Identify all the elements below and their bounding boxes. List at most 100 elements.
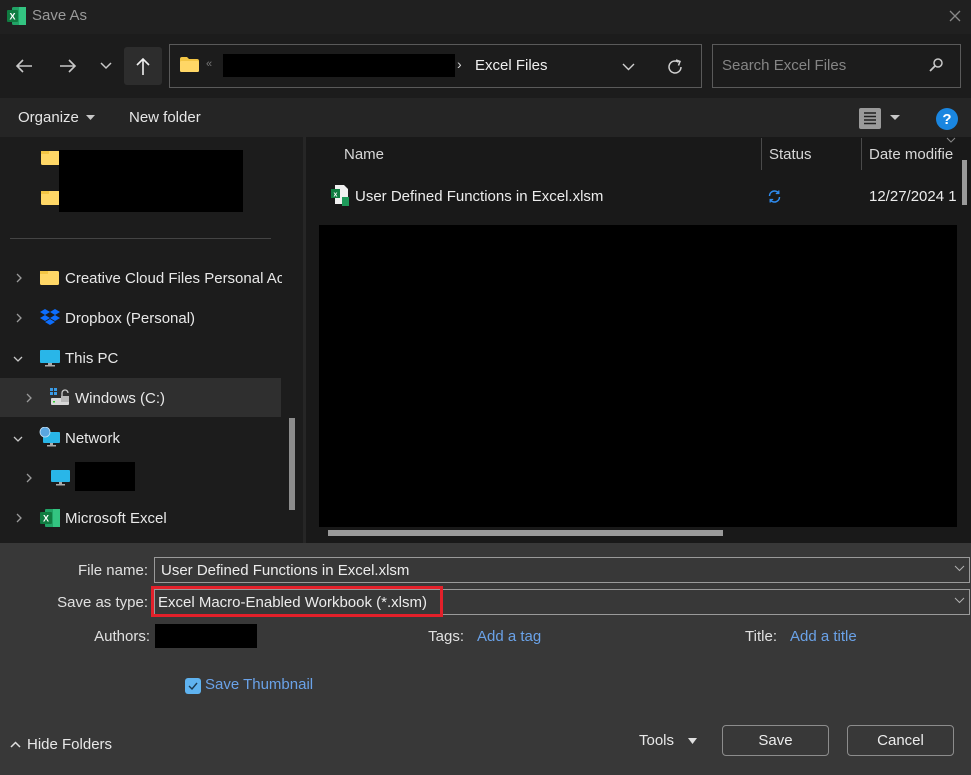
add-title-link[interactable]: Add a title [790,628,857,645]
save-button[interactable]: Save [722,725,829,756]
chevron-down-icon[interactable] [13,434,23,444]
add-tag-link[interactable]: Add a tag [477,628,541,645]
forward-button[interactable] [50,48,86,84]
chevron-up-icon[interactable] [946,137,956,143]
drive-icon [50,388,69,405]
save-thumbnail-label[interactable]: Save Thumbnail [205,676,313,693]
nav-item-label: Microsoft Excel [65,509,167,527]
search-input[interactable] [722,57,922,74]
nav-item-label: This PC [65,349,119,367]
tags-label: Tags: [428,628,464,645]
chevron-right-icon[interactable] [14,313,24,323]
refresh-icon [668,59,682,74]
recent-locations-button[interactable] [93,48,119,84]
help-button[interactable]: ? [936,108,958,130]
file-name-input[interactable]: User Defined Functions in Excel.xlsm [154,557,970,583]
svg-text:X: X [9,12,15,22]
authors-value-redacted[interactable] [155,624,257,648]
nav-item-network[interactable]: Network [0,420,290,456]
column-header-name[interactable]: Name [344,146,384,163]
nav-item-network-computer[interactable] [0,460,290,496]
chevron-down-icon [622,63,634,71]
column-divider[interactable] [861,138,862,170]
file-name-label: File name: [77,562,148,579]
search-icon[interactable] [928,57,944,73]
chevron-down-icon[interactable] [954,597,965,604]
nav-item-label: Creative Cloud Files Personal Acc [65,269,282,287]
address-dropdown-button[interactable] [617,56,639,78]
nav-item-label: Windows (C:) [75,389,166,407]
save-thumbnail-checkbox[interactable] [185,678,201,694]
annotation-highlight-box [151,586,443,617]
chevron-down-icon[interactable] [954,565,965,572]
file-list-vertical-scrollbar[interactable] [962,160,967,205]
redacted-computer-name [75,462,135,491]
nav-item-microsoft-excel[interactable]: X Microsoft Excel [0,500,290,536]
title-label: Title: [745,628,777,645]
svg-text:X: X [43,514,49,524]
checkmark-icon [188,682,198,690]
chevron-right-icon[interactable] [14,513,24,523]
view-options-dropdown[interactable] [890,115,900,120]
breadcrumb-separator[interactable]: › [457,56,462,72]
refresh-button[interactable] [662,54,688,80]
new-folder-button[interactable]: New folder [129,109,201,126]
save-as-type-label: Save as type: [57,594,148,611]
dropbox-icon [40,309,60,325]
chevron-down-icon [100,62,112,70]
nav-item-this-pc[interactable]: This PC [0,340,290,376]
details-view-icon[interactable] [859,108,881,129]
redacted-quick-access [59,150,243,212]
address-overflow[interactable]: « [206,58,212,70]
window-title: Save As [32,7,88,24]
tools-button[interactable]: Tools [639,732,698,749]
arrow-right-icon [60,59,77,73]
file-date-modified: 12/27/2024 1 [869,188,957,205]
excel-icon: X [7,7,26,25]
folder-icon [40,271,59,285]
chevron-right-icon[interactable] [14,273,24,283]
file-name-value[interactable]: User Defined Functions in Excel.xlsm [161,562,409,579]
search-box[interactable] [712,44,961,88]
arrow-left-icon [15,59,32,73]
folder-icon [41,191,60,205]
excel-icon: X [40,509,60,527]
caret-down-icon [85,115,95,120]
column-header-status[interactable]: Status [769,146,812,163]
close-icon [949,10,960,22]
nav-item-windows-c[interactable]: Windows (C:) [0,380,281,416]
organize-label: Organize [18,109,79,126]
nav-item-label: Network [65,429,121,447]
organize-button[interactable]: Organize [18,109,95,126]
folder-icon [41,151,60,165]
nav-divider [10,238,271,239]
back-button[interactable] [6,48,42,84]
chevron-right-icon[interactable] [24,393,34,403]
close-button[interactable] [938,0,971,32]
tools-label: Tools [639,732,675,749]
redacted-file-list [319,225,957,527]
folder-icon [180,57,199,72]
hide-folders-button[interactable]: Hide Folders [10,736,112,753]
column-divider[interactable] [761,138,762,170]
file-name[interactable]: User Defined Functions in Excel.xlsm [355,188,603,205]
file-list-horizontal-scrollbar[interactable] [328,530,723,536]
hide-folders-label: Hide Folders [27,736,113,753]
caret-down-icon [688,737,698,744]
network-icon [39,427,60,447]
up-button[interactable] [124,47,162,85]
sync-icon [768,190,781,203]
nav-pane-scrollbar[interactable] [289,418,295,510]
authors-label: Authors: [94,628,150,645]
cancel-button[interactable]: Cancel [847,725,954,756]
breadcrumb-current-folder[interactable]: Excel Files [475,57,548,74]
chevron-up-icon [10,741,21,748]
monitor-icon [40,350,60,367]
chevron-right-icon[interactable] [24,473,34,483]
chevron-down-icon[interactable] [13,354,23,364]
svg-text:x: x [334,192,338,199]
nav-item-dropbox[interactable]: Dropbox (Personal) [0,300,290,336]
nav-item-creative-cloud[interactable]: Creative Cloud Files Personal Acc [0,260,290,296]
nav-item-label: Dropbox (Personal) [65,309,196,327]
column-header-date-modified[interactable]: Date modifie [869,146,959,163]
